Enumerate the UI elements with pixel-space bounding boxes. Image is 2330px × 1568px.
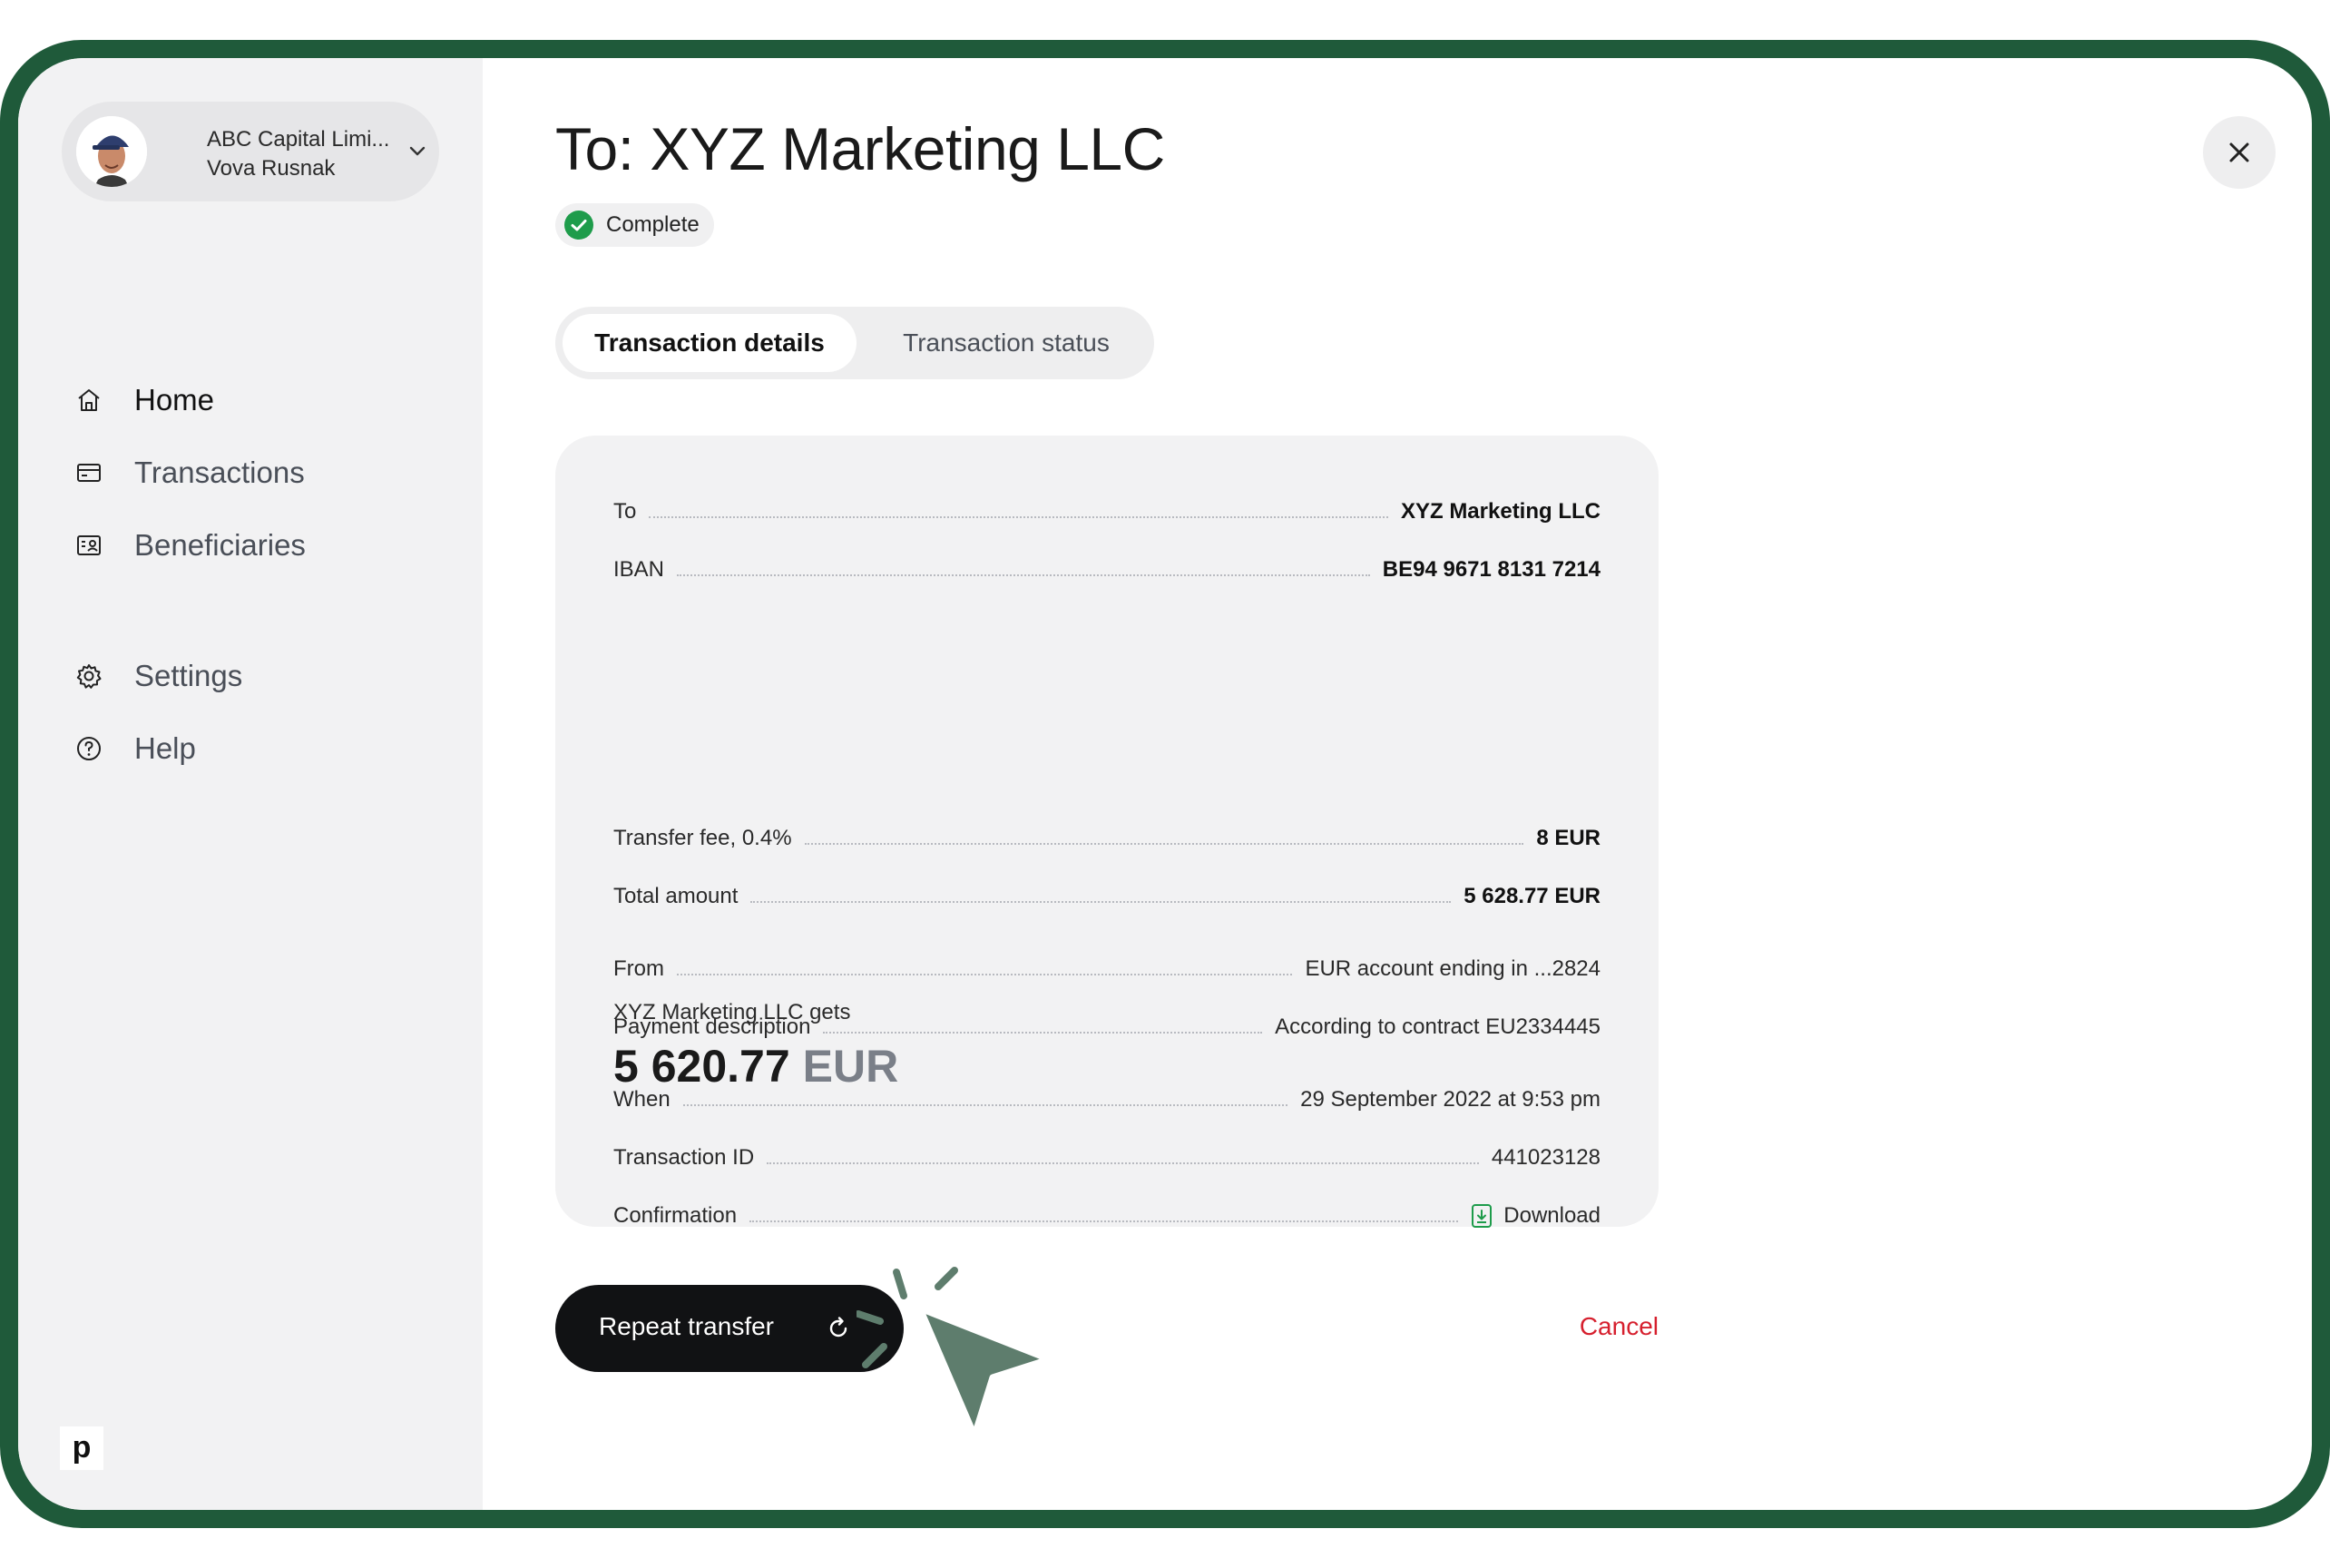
- detail-row-total: Total amount 5 628.77 EUR: [613, 877, 1601, 909]
- detail-row-iban: IBAN BE94 9671 8131 7214: [613, 550, 1601, 583]
- cancel-button[interactable]: Cancel: [1535, 1312, 1659, 1341]
- refresh-icon: [829, 1317, 847, 1338]
- close-icon: [2229, 142, 2249, 162]
- tab-transaction-details[interactable]: Transaction details: [563, 314, 857, 372]
- download-link[interactable]: Download: [1471, 1203, 1601, 1229]
- status-badge: Complete: [555, 203, 714, 247]
- detail-value: 441023128: [1491, 1145, 1601, 1170]
- detail-label: When: [613, 1087, 671, 1112]
- sidebar: ABC Capital Limi... Vova Rusnak Home Tra…: [18, 58, 483, 1510]
- contact-card-icon: [77, 535, 101, 555]
- account-user-name: Vova Rusnak: [207, 156, 336, 181]
- detail-value: BE94 9671 8131 7214: [1382, 557, 1601, 582]
- detail-tabs: Transaction details Transaction status: [555, 307, 1154, 379]
- gear-icon: [76, 664, 102, 689]
- detail-value: 29 September 2022 at 9:53 pm: [1300, 1087, 1601, 1112]
- tab-transaction-status[interactable]: Transaction status: [866, 314, 1147, 372]
- sidebar-item-label: Settings: [134, 659, 243, 692]
- sidebar-item-transactions[interactable]: Transactions: [74, 450, 305, 495]
- sidebar-item-label: Beneficiaries: [134, 528, 306, 562]
- detail-label: Transaction ID: [613, 1145, 755, 1170]
- status-label: Complete: [606, 212, 700, 237]
- account-company-name: ABC Capital Limi...: [207, 127, 390, 152]
- detail-row-transaction-id: Transaction ID 441023128: [613, 1138, 1601, 1171]
- sidebar-item-home[interactable]: Home: [74, 377, 214, 423]
- download-label: Download: [1503, 1203, 1601, 1228]
- dotted-leader: [677, 574, 1370, 576]
- help-circle-icon: [77, 737, 101, 760]
- detail-label: Confirmation: [613, 1203, 738, 1228]
- detail-row-description: Payment description According to contrac…: [613, 1007, 1601, 1040]
- detail-row-to: To XYZ Marketing LLC: [613, 492, 1601, 524]
- detail-label: IBAN: [613, 557, 665, 582]
- dotted-leader: [750, 901, 1452, 903]
- dotted-leader: [749, 1220, 1459, 1222]
- repeat-transfer-button[interactable]: Repeat transfer: [555, 1285, 904, 1372]
- detail-row-when: When 29 September 2022 at 9:53 pm: [613, 1080, 1601, 1112]
- sidebar-item-label: Help: [134, 731, 196, 765]
- check-circle-icon: [564, 211, 593, 240]
- detail-value: EUR account ending in ...2824: [1305, 956, 1601, 981]
- detail-label: To: [613, 499, 637, 524]
- detail-row-confirmation: Confirmation Download: [613, 1196, 1601, 1229]
- brand-logo: p: [60, 1426, 103, 1470]
- click-cursor-icon: [857, 1267, 1052, 1439]
- detail-label: Transfer fee, 0.4%: [613, 826, 792, 850]
- app-window: ABC Capital Limi... Vova Rusnak Home Tra…: [18, 58, 2312, 1510]
- dotted-leader: [804, 843, 1524, 845]
- document-download-icon: [1472, 1204, 1493, 1228]
- sidebar-item-label: Home: [134, 383, 215, 416]
- detail-value: XYZ Marketing LLC: [1400, 499, 1601, 524]
- detail-label: Payment description: [613, 1014, 811, 1039]
- transaction-details-card: To XYZ Marketing LLC IBAN BE94 9671 8131…: [555, 436, 1659, 1229]
- chevron-down-icon: [409, 146, 426, 156]
- repeat-transfer-label: Repeat transfer: [599, 1312, 774, 1340]
- avatar: [76, 116, 147, 187]
- dotted-leader: [677, 974, 1293, 975]
- detail-label: From: [613, 956, 664, 981]
- dotted-leader: [649, 516, 1388, 518]
- detail-row-from: From EUR account ending in ...2824: [613, 949, 1601, 982]
- sidebar-item-label: Transactions: [134, 456, 305, 489]
- page-title: To: XYZ Marketing LLC: [555, 115, 1165, 182]
- detail-row-fee: Transfer fee, 0.4% 8 EUR: [613, 818, 1601, 851]
- account-switcher[interactable]: ABC Capital Limi... Vova Rusnak: [62, 102, 439, 201]
- detail-value: According to contract EU2334445: [1275, 1014, 1601, 1039]
- dotted-leader: [823, 1032, 1263, 1034]
- detail-value: 8 EUR: [1536, 826, 1601, 850]
- detail-value: 5 628.77 EUR: [1464, 884, 1601, 908]
- close-button[interactable]: [2203, 116, 2276, 189]
- sidebar-item-beneficiaries[interactable]: Beneficiaries: [74, 523, 306, 568]
- sidebar-item-help[interactable]: Help: [74, 726, 196, 771]
- sidebar-item-settings[interactable]: Settings: [74, 653, 242, 699]
- dotted-leader: [767, 1162, 1479, 1164]
- detail-label: Total amount: [613, 884, 739, 908]
- home-icon: [78, 389, 100, 411]
- transaction-panel: To: XYZ Marketing LLC Complete Transacti…: [483, 58, 2312, 1510]
- dotted-leader: [682, 1104, 1288, 1106]
- card-icon: [77, 464, 101, 482]
